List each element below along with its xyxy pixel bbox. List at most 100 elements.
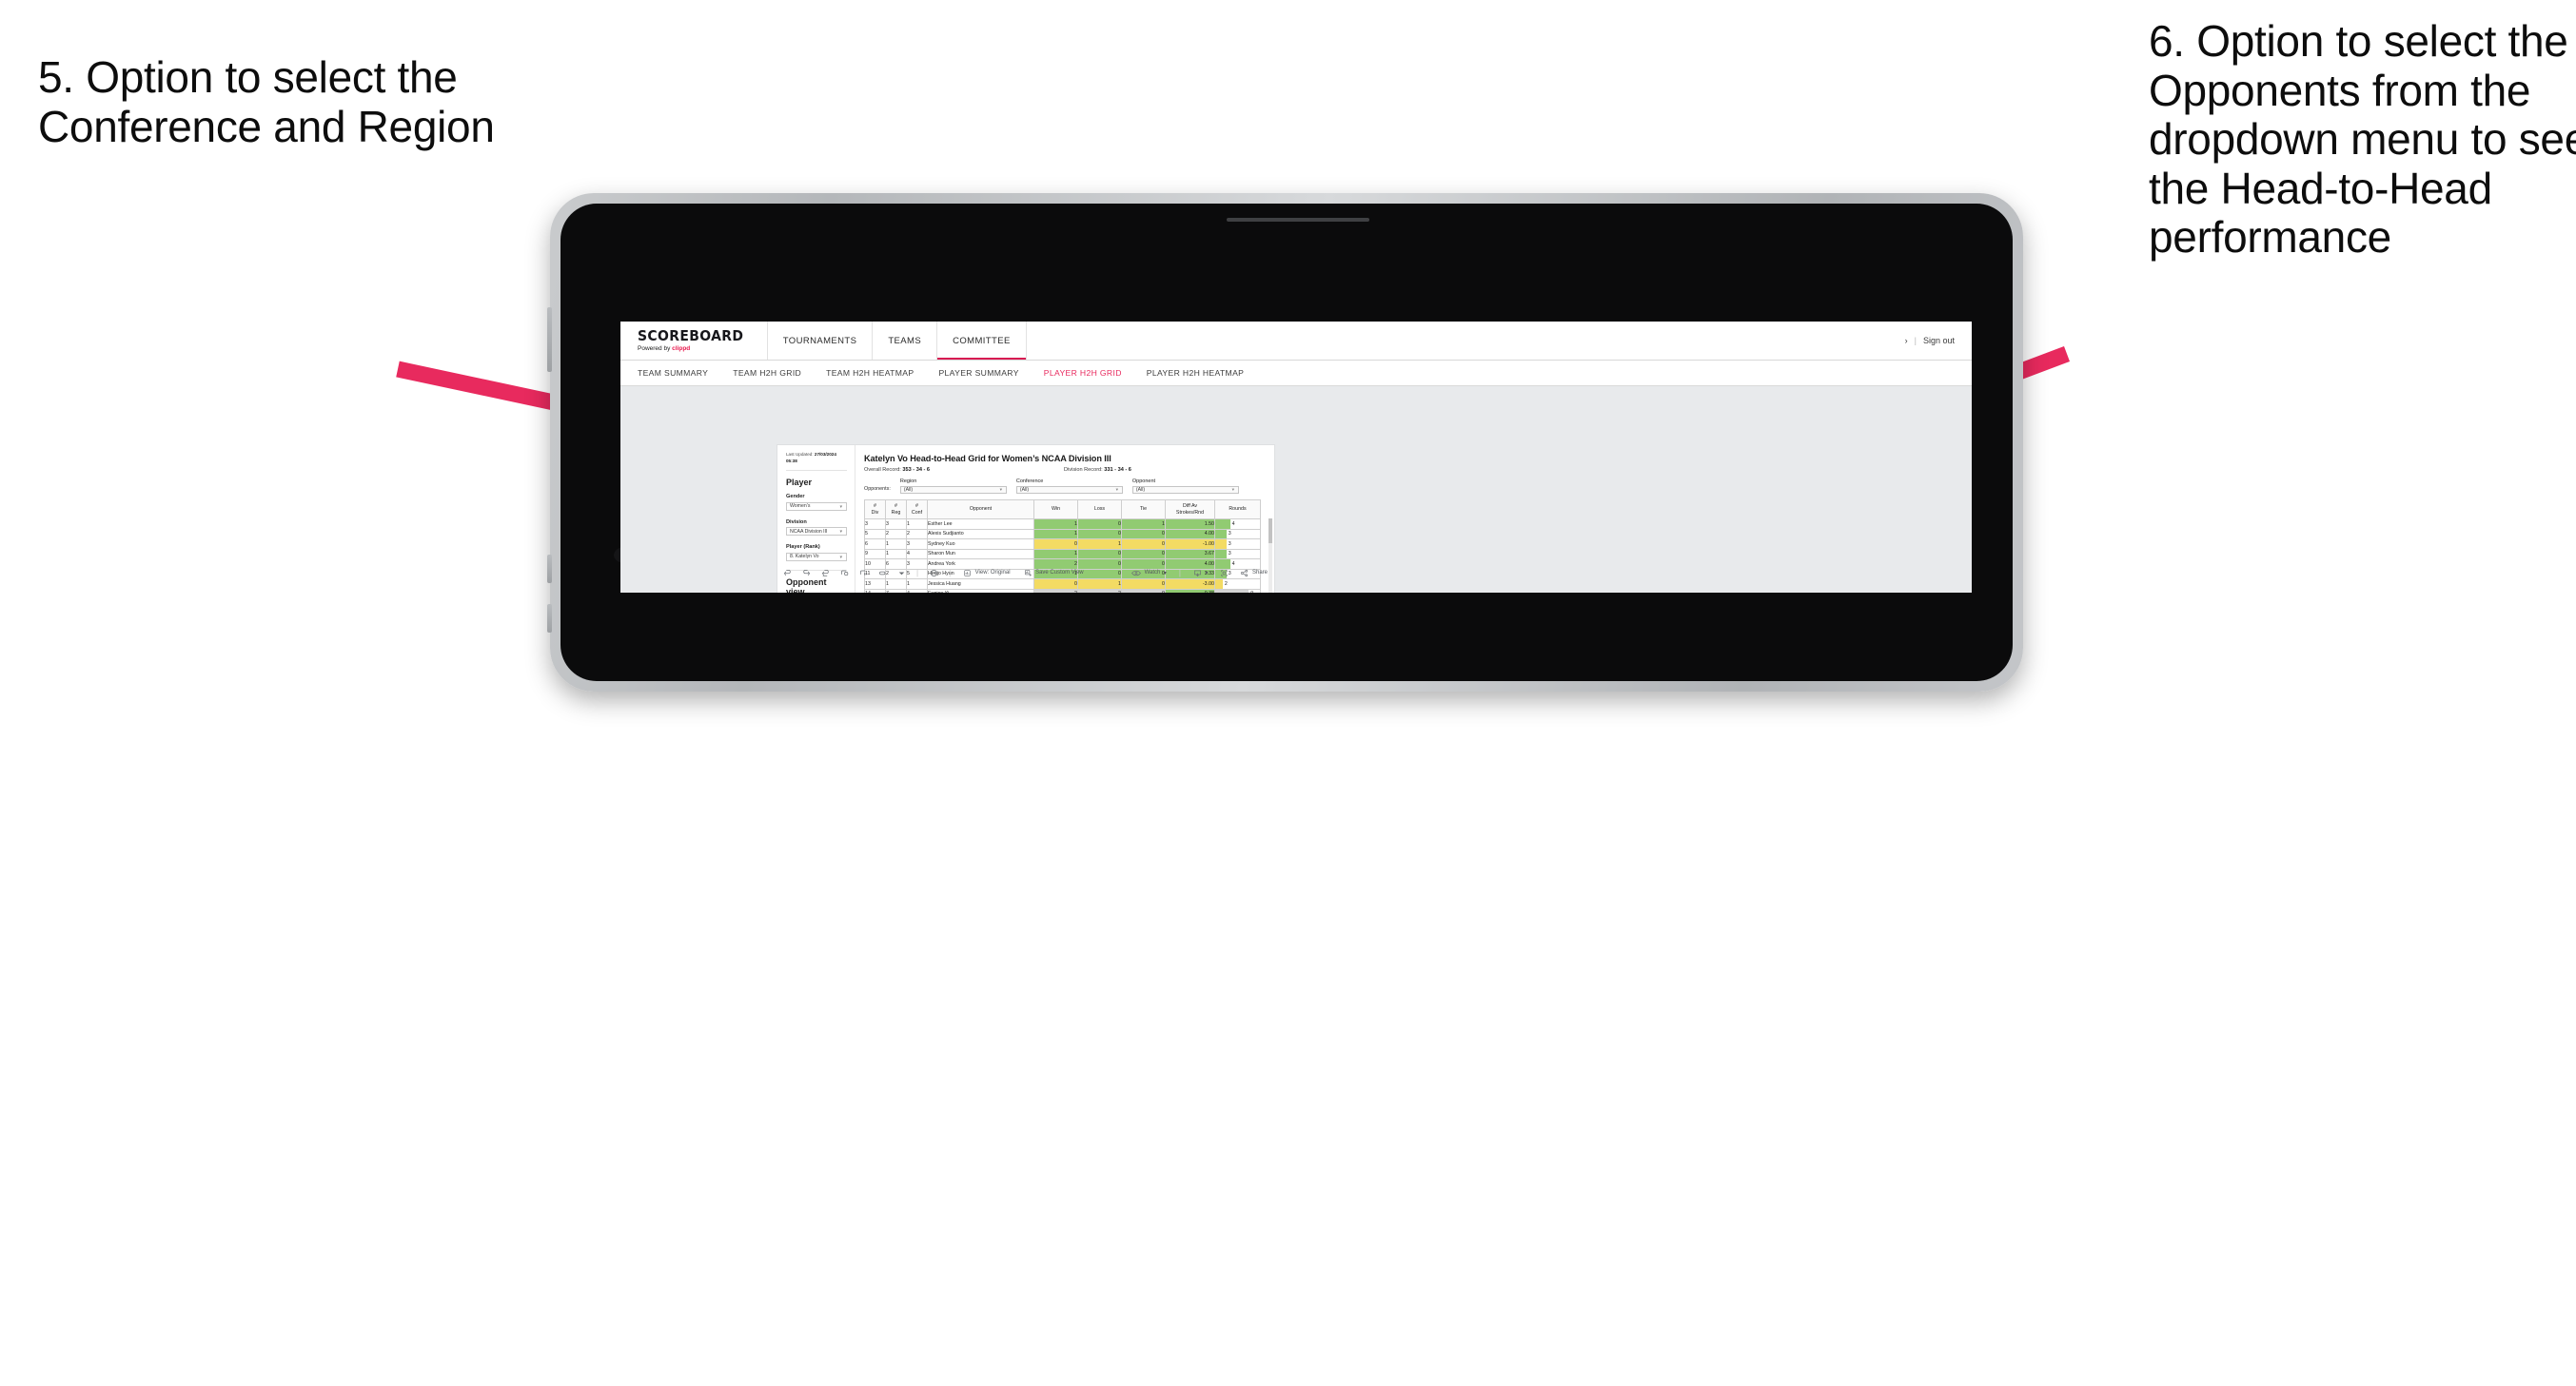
nav-tab-tournaments[interactable]: TOURNAMENTS <box>768 322 874 360</box>
workspace: Last Updated: 27/03/2024 05:38 Player Ge… <box>620 386 1972 593</box>
col-div[interactable]: # Div <box>864 499 886 519</box>
table-row[interactable]: 3 3 1 Esther Lee 1 0 1 1.50 4 <box>864 518 1261 530</box>
revert-icon[interactable] <box>816 569 835 577</box>
cell-loss: 0 <box>1077 548 1122 559</box>
player-section-heading: Player <box>786 478 813 488</box>
chevron-right-icon[interactable]: › <box>1905 336 1908 345</box>
cell-reg: 2 <box>885 528 907 539</box>
cell-div: 9 <box>864 548 886 559</box>
refresh-icon[interactable] <box>835 569 854 577</box>
power-button[interactable] <box>547 307 552 372</box>
save-view-icon <box>1024 569 1032 576</box>
eye-icon <box>1131 570 1141 576</box>
opponent-filter-select[interactable]: (All) ▼ <box>1131 485 1239 494</box>
cell-diff: 1.50 <box>1165 518 1215 530</box>
col-div-top: # <box>874 502 876 509</box>
col-conf[interactable]: # Conf <box>906 499 928 519</box>
last-updated-date: 27/03/2024 <box>814 452 836 457</box>
table-row[interactable]: 9 1 4 Sharon Mun 1 0 0 3.67 3 <box>864 548 1261 559</box>
chevron-down-icon: ▼ <box>1230 487 1235 493</box>
cell-tie: 0 <box>1121 538 1166 550</box>
col-reg-bottom: Reg <box>891 509 901 516</box>
division-record-label: Division Record: <box>1064 467 1105 473</box>
subnav-team-h2h-heatmap[interactable]: TEAM H2H HEATMAP <box>826 368 914 378</box>
chevron-down-icon: ▼ <box>838 554 843 559</box>
subnav-team-summary[interactable]: TEAM SUMMARY <box>638 368 708 378</box>
sub-navigation: TEAM SUMMARY TEAM H2H GRID TEAM H2H HEAT… <box>620 361 1972 386</box>
tablet-bezel: SCOREBOARD Powered by clippd TOURNAMENTS… <box>560 204 2013 681</box>
highlight-icon[interactable] <box>873 569 892 577</box>
col-opponent[interactable]: Opponent <box>927 499 1034 519</box>
last-updated-time: 05:38 <box>786 458 797 463</box>
chevron-down-icon[interactable] <box>892 570 911 576</box>
col-reg[interactable]: # Reg <box>885 499 907 519</box>
col-reg-top: # <box>895 502 897 509</box>
cell-win: 1 <box>1033 548 1078 559</box>
cell-reg: 7 <box>885 588 907 593</box>
share-button[interactable]: Share <box>1233 569 1274 577</box>
header-spacer <box>1027 322 1905 360</box>
page-title: Katelyn Vo Head-to-Head Grid for Women’s… <box>864 454 1111 463</box>
conference-filter-select[interactable]: (All) ▼ <box>1015 485 1123 494</box>
player-rank-select[interactable]: 8. Katelyn Vo ▼ <box>786 552 847 561</box>
redo-icon[interactable] <box>796 569 816 577</box>
undo-icon[interactable] <box>777 569 796 577</box>
division-select[interactable]: NCAA Division III ▼ <box>786 527 847 537</box>
col-tie[interactable]: Tie <box>1121 499 1166 519</box>
view-icon <box>964 569 971 576</box>
table-row[interactable]: 6 1 3 Sydney Kuo 0 1 0 -1.00 3 <box>864 538 1261 550</box>
record-summary: Overall Record: 353 - 34 - 6 Division Re… <box>864 467 1266 473</box>
cell-opponent: Esther Lee <box>927 518 1034 530</box>
share-label: Share <box>1251 570 1268 576</box>
last-updated-label: Last Updated: <box>786 452 815 457</box>
volume-up-button[interactable] <box>547 555 552 583</box>
table-row[interactable]: 1474Eunice Yi2200.389 <box>864 588 1261 593</box>
grid-scrollbar-thumb[interactable] <box>1268 518 1272 543</box>
toolbar-divider: | <box>949 568 952 577</box>
nav-tab-teams[interactable]: TEAMS <box>873 322 938 360</box>
grid-scrollbar[interactable] <box>1268 518 1272 593</box>
brand-tagline: Powered by clippd <box>638 345 752 352</box>
col-win[interactable]: Win <box>1033 499 1078 519</box>
cell-loss: 0 <box>1077 528 1122 539</box>
tablet-screen: SCOREBOARD Powered by clippd TOURNAMENTS… <box>620 322 1972 593</box>
col-rounds[interactable]: Rounds <box>1214 499 1261 519</box>
cell-div: 6 <box>864 538 886 550</box>
brand-logo[interactable]: SCOREBOARD Powered by clippd <box>620 322 768 360</box>
region-filter-select[interactable]: (All) ▼ <box>899 485 1007 494</box>
subnav-player-h2h-heatmap[interactable]: PLAYER H2H HEATMAP <box>1147 368 1244 378</box>
cell-tie: 0 <box>1121 528 1166 539</box>
gender-select[interactable]: Women’s ▼ <box>786 501 847 511</box>
subnav-team-h2h-grid[interactable]: TEAM H2H GRID <box>733 368 801 378</box>
viz-toolbar: | | View: Original Save Custom View Watc… <box>777 564 1274 581</box>
cell-rounds: 3 <box>1214 548 1261 559</box>
fullscreen-icon[interactable] <box>1214 569 1233 577</box>
download-button[interactable]: ▾ <box>1187 569 1215 577</box>
view-original-label: View: Original <box>974 570 1011 576</box>
h2h-grid-body: 3 3 1 Esther Lee 1 0 1 1.50 4 5 2 2 Alexis Sudjianto… <box>864 518 1261 593</box>
subnav-player-h2h-grid[interactable]: PLAYER H2H GRID <box>1044 368 1122 378</box>
opponent-filter-bar: Opponents: Region (All) ▼ Conference (Al… <box>864 478 1266 494</box>
region-filter-value: (All) <box>903 486 914 493</box>
help-icon[interactable] <box>924 569 943 577</box>
sign-out-button[interactable]: Sign out <box>1923 336 1955 345</box>
view-original-button[interactable]: View: Original <box>956 569 1016 577</box>
cell-div: 5 <box>864 528 886 539</box>
region-filter-label: Region <box>899 478 917 484</box>
cell-opponent: Alexis Sudjianto <box>927 528 1034 539</box>
gender-value: Women’s <box>790 503 811 510</box>
table-row[interactable]: 5 2 2 Alexis Sudjianto 1 0 0 4.00 3 <box>864 528 1261 539</box>
watch-button[interactable]: Watch ▾ <box>1125 569 1173 577</box>
col-diff[interactable]: Diff Av Strokes/Rnd <box>1165 499 1215 519</box>
nav-tab-teams-label: TEAMS <box>888 335 922 346</box>
cell-loss: 0 <box>1077 518 1122 530</box>
pause-auto-update-icon[interactable] <box>854 569 873 577</box>
volume-down-button[interactable] <box>547 604 552 633</box>
cell-tie: 0 <box>1121 588 1166 593</box>
nav-tab-committee[interactable]: COMMITTEE <box>937 322 1027 360</box>
subnav-player-summary[interactable]: PLAYER SUMMARY <box>938 368 1018 378</box>
screenshot-canvas: 5. Option to select the Conference and R… <box>0 0 2576 1386</box>
clippd-text: clippd <box>672 345 691 353</box>
save-custom-view-button[interactable]: Save Custom View <box>1017 569 1091 577</box>
col-loss[interactable]: Loss <box>1077 499 1122 519</box>
